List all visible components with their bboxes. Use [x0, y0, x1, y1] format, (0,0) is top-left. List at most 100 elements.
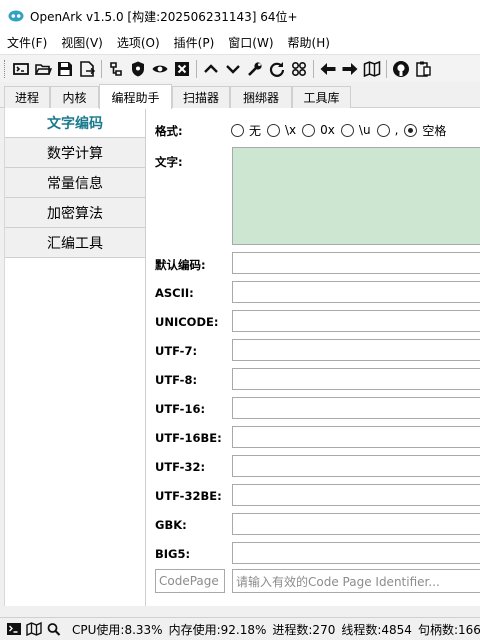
- grid-icon[interactable]: [288, 58, 310, 80]
- console-icon[interactable]: [10, 58, 32, 80]
- left-nav: 文字编码 数学计算 常量信息 加密算法 汇编工具: [5, 108, 146, 606]
- big5-field[interactable]: [232, 542, 480, 564]
- format-option-label: \u: [358, 123, 371, 137]
- gbk-label: GBK:: [155, 518, 187, 532]
- console-icon[interactable]: [6, 621, 22, 637]
- wrench-icon[interactable]: [244, 58, 266, 80]
- menu-file[interactable]: 文件(F): [0, 32, 54, 54]
- openark-logo-icon: [8, 10, 24, 22]
- default-encoding-label: 默认编码:: [155, 258, 206, 272]
- format-option-label: \x: [285, 123, 297, 137]
- tab-scanner[interactable]: 扫描器: [172, 86, 230, 108]
- tab-process[interactable]: 进程: [4, 86, 50, 108]
- map-icon[interactable]: [361, 58, 383, 80]
- radio-button-icon[interactable]: [267, 123, 281, 137]
- tab-coding-assistant[interactable]: 编程助手: [99, 84, 172, 109]
- clipboard-icon[interactable]: [412, 58, 434, 80]
- toolbar-separator: [386, 59, 387, 78]
- format-option-label: 0x: [320, 123, 335, 137]
- nav-item-crypto[interactable]: 加密算法: [5, 198, 145, 228]
- text-label: 文字:: [155, 155, 183, 169]
- radio-button-icon[interactable]: [231, 123, 244, 137]
- format-option-space[interactable]: 空格: [404, 122, 446, 139]
- nav-item-math[interactable]: 数学计算: [5, 138, 145, 168]
- format-option-comma[interactable]: ,: [376, 123, 399, 137]
- cpu-usage: CPU使用:8.33%: [72, 622, 163, 637]
- radio-button-icon[interactable]: [302, 123, 316, 137]
- menu-options[interactable]: 选项(O): [110, 32, 167, 54]
- main-tabs: 进程 内核 编程助手 扫描器 捆绑器 工具库: [0, 84, 480, 109]
- format-option-label: 空格: [422, 123, 447, 138]
- tab-bundler[interactable]: 捆绑器: [230, 86, 292, 108]
- big5-label: BIG5:: [155, 547, 191, 561]
- toolbar-grip[interactable]: [4, 59, 7, 78]
- menu-help[interactable]: 帮助(H): [281, 32, 337, 54]
- github-icon[interactable]: [390, 58, 412, 80]
- menu-window[interactable]: 窗口(W): [221, 32, 280, 54]
- utf8-field[interactable]: [232, 368, 480, 390]
- utf16-label: UTF-16:: [155, 402, 206, 416]
- unicode-field[interactable]: [232, 310, 480, 332]
- toolbar-separator: [313, 59, 314, 78]
- menu-view[interactable]: 视图(V): [54, 32, 110, 54]
- toolbar-separator: [196, 59, 197, 78]
- format-option-backslash-u[interactable]: \u: [340, 123, 371, 137]
- format-option-none[interactable]: 无: [231, 122, 261, 139]
- tab-toolkit[interactable]: 工具库: [292, 86, 351, 108]
- utf32be-field[interactable]: [232, 484, 480, 506]
- arrow-right-icon[interactable]: [339, 58, 361, 80]
- gbk-field[interactable]: [232, 513, 480, 535]
- utf32be-label: UTF-32BE:: [155, 489, 222, 503]
- menu-plugins[interactable]: 插件(P): [167, 32, 222, 54]
- unicode-label: UNICODE:: [155, 315, 219, 329]
- toolbar: [0, 54, 480, 82]
- ascii-label: ASCII:: [155, 286, 194, 300]
- menu-bar: 文件(F) 视图(V) 选项(O) 插件(P) 窗口(W) 帮助(H): [0, 32, 480, 54]
- utf8-label: UTF-8:: [155, 373, 198, 387]
- radio-button-icon[interactable]: [340, 123, 354, 137]
- save-icon[interactable]: [54, 58, 76, 80]
- ascii-field[interactable]: [232, 281, 480, 303]
- eye-icon[interactable]: [149, 58, 171, 80]
- nav-item-constants[interactable]: 常量信息: [5, 168, 145, 198]
- handle-count: 句柄数:16649: [417, 622, 480, 637]
- radio-button-checked-icon[interactable]: [404, 123, 418, 137]
- utf32-field[interactable]: [232, 455, 480, 477]
- default-encoding-field[interactable]: [232, 252, 480, 274]
- bridge-icon[interactable]: [105, 58, 127, 80]
- utf16-field[interactable]: [232, 397, 480, 419]
- chevron-down-icon[interactable]: [222, 58, 244, 80]
- format-radio-group: 无 \x 0x \u , 空格: [231, 121, 452, 139]
- map-icon[interactable]: [26, 621, 42, 637]
- tab-kernel[interactable]: 内核: [50, 86, 99, 108]
- codepage-input[interactable]: CodePage: [155, 569, 225, 593]
- folder-open-icon[interactable]: [32, 58, 54, 80]
- shield-icon[interactable]: [127, 58, 149, 80]
- text-input-area[interactable]: [232, 147, 480, 245]
- utf7-label: UTF-7:: [155, 344, 198, 358]
- codepage-value-input[interactable]: 请输入有效的Code Page Identifier...: [232, 569, 480, 593]
- format-label: 格式:: [155, 124, 183, 138]
- format-option-label: ,: [394, 123, 399, 137]
- utf16be-label: UTF-16BE:: [155, 431, 222, 445]
- radio-button-icon[interactable]: [376, 123, 390, 137]
- utf16be-field[interactable]: [232, 426, 480, 448]
- close-box-icon[interactable]: [171, 58, 193, 80]
- format-option-0x[interactable]: 0x: [302, 123, 335, 137]
- nav-item-text-encoding[interactable]: 文字编码: [5, 108, 145, 138]
- window-title: OpenArk v1.5.0 [构建:202506231143] 64位+: [30, 9, 298, 24]
- title-bar: OpenArk v1.5.0 [构建:202506231143] 64位+: [0, 0, 480, 32]
- process-count: 进程数:270: [272, 622, 336, 637]
- utf7-field[interactable]: [232, 339, 480, 361]
- nav-item-asm-tools[interactable]: 汇编工具: [5, 228, 145, 258]
- search-icon[interactable]: [46, 621, 62, 637]
- status-bar: CPU使用:8.33% 内存使用:92.18% 进程数:270 线程数:4854…: [0, 617, 480, 640]
- chevron-up-icon[interactable]: [200, 58, 222, 80]
- format-option-backslash-x[interactable]: \x: [267, 123, 296, 137]
- thread-count: 线程数:4854: [341, 622, 412, 637]
- utf32-label: UTF-32:: [155, 460, 206, 474]
- export-icon[interactable]: [76, 58, 98, 80]
- format-option-label: 无: [249, 123, 262, 138]
- refresh-icon[interactable]: [266, 58, 288, 80]
- arrow-left-icon[interactable]: [317, 58, 339, 80]
